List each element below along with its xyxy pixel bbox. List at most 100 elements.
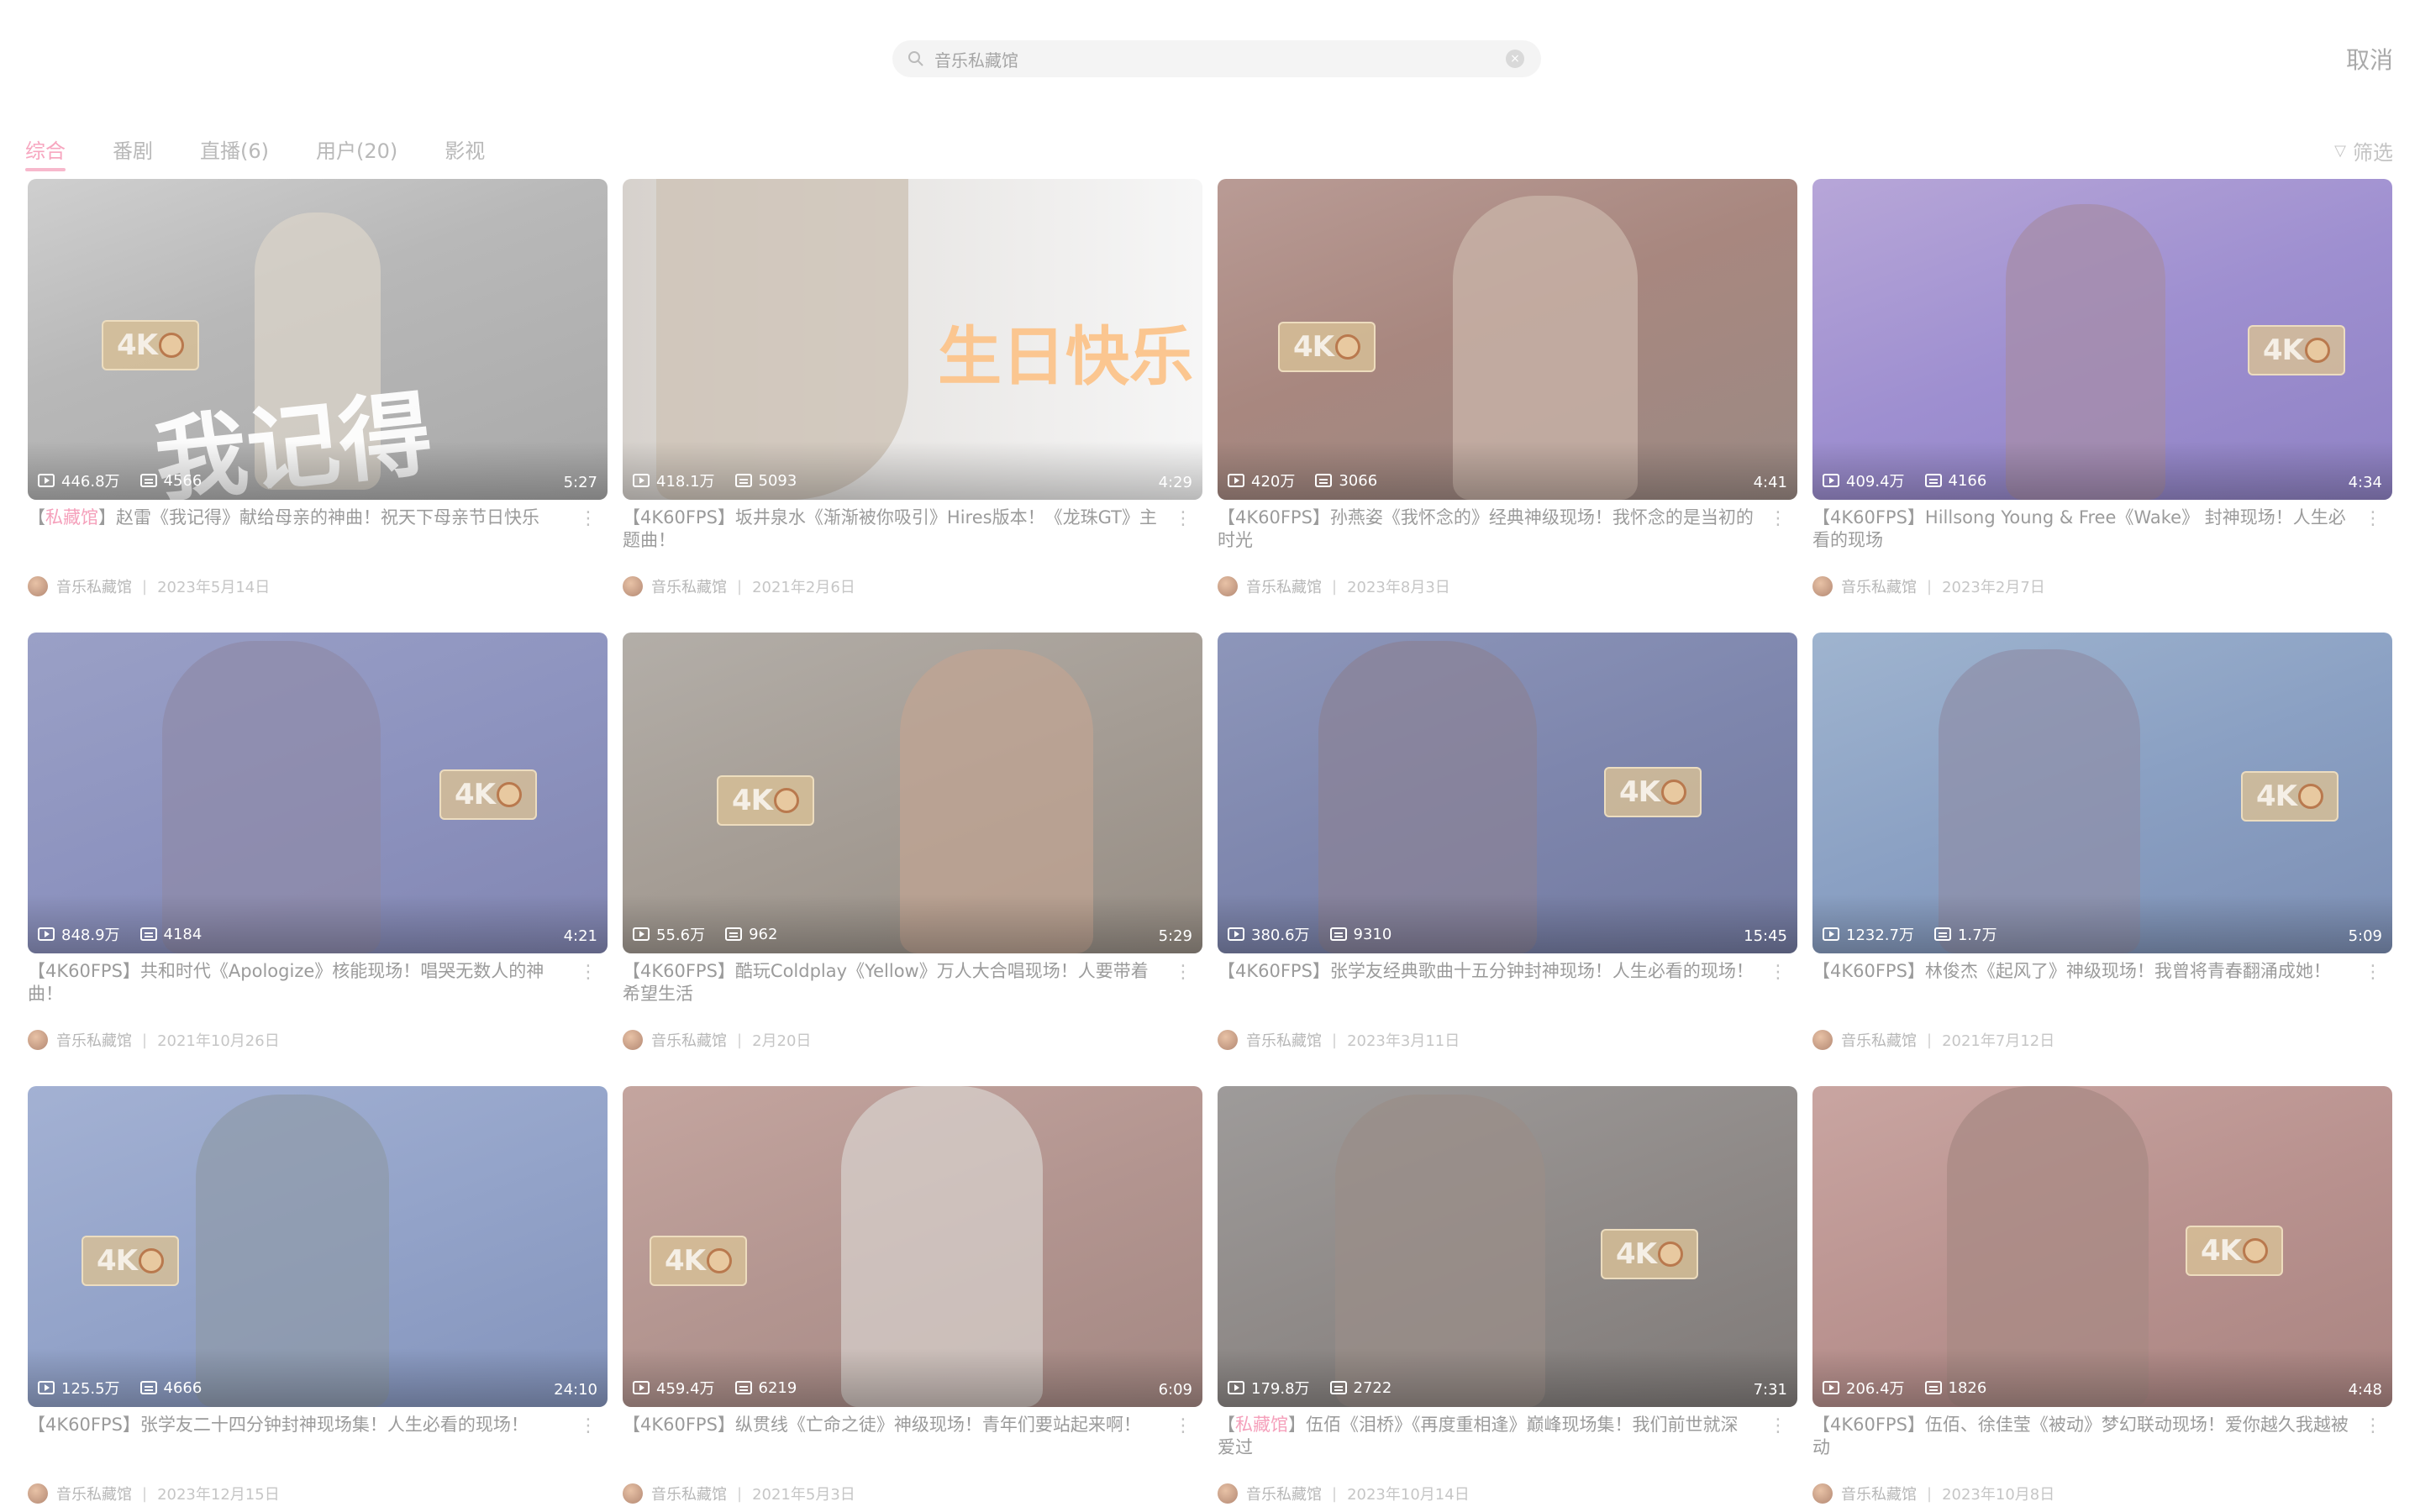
uploader-name[interactable]: 音乐私藏馆 (1246, 1483, 1322, 1504)
video-stats: 409.4万 4166 (1823, 470, 2007, 491)
video-card[interactable]: 4K 206.4万 1826 4:48 【4K60FPS】伍佰、徐佳莹《被动》梦幻… (1812, 1086, 2392, 1512)
video-duration: 24:10 (554, 1381, 597, 1399)
uploader-avatar[interactable] (1812, 576, 1833, 596)
play-count-icon (633, 927, 650, 941)
clear-search-icon[interactable]: × (1506, 50, 1524, 68)
more-options-icon[interactable]: ⋮ (1769, 962, 1787, 983)
video-thumbnail[interactable]: 4K 409.4万 4166 4:34 (1812, 179, 2392, 500)
4k-badge-icon: 4K (2241, 771, 2338, 822)
video-card[interactable]: 4K 179.8万 2722 7:31 【私藏馆】伍佰《泪桥》《再度重相逢》巅峰现… (1218, 1086, 1797, 1512)
uploader-avatar[interactable] (1218, 576, 1238, 596)
video-card[interactable]: 4K 459.4万 6219 6:09 【4K60FPS】纵贯线《亡命之徒》神级现… (623, 1086, 1202, 1512)
video-stats: 206.4万 1826 (1823, 1377, 2007, 1399)
more-options-icon[interactable]: ⋮ (2364, 962, 2382, 983)
video-card[interactable]: 4K 420万 3066 4:41 【4K60FPS】孙燕姿《我怀念的》经典神级现… (1218, 179, 1797, 633)
search-bar[interactable]: × (892, 40, 1541, 77)
uploader-name[interactable]: 音乐私藏馆 (651, 575, 727, 597)
uploader-name[interactable]: 音乐私藏馆 (56, 1483, 132, 1504)
video-title[interactable]: 【4K60FPS】伍佰、徐佳莹《被动》梦幻联动现场！爱你越久我越被动 (1812, 1414, 2350, 1459)
filter-button[interactable]: ▽ 筛选 (2334, 136, 2393, 165)
more-options-icon[interactable]: ⋮ (579, 962, 597, 983)
more-options-icon[interactable]: ⋮ (1174, 962, 1192, 983)
cancel-button[interactable]: 取消 (2346, 42, 2393, 76)
video-thumbnail[interactable]: 4K 848.9万 4184 4:21 (28, 633, 608, 953)
uploader-name[interactable]: 音乐私藏馆 (1246, 1029, 1322, 1051)
video-title[interactable]: 【4K60FPS】张学友二十四分钟封神现场集！人生必看的现场！ (28, 1414, 566, 1436)
video-card[interactable]: 4K 409.4万 4166 4:34 【4K60FPS】Hillsong You… (1812, 179, 2392, 633)
video-title[interactable]: 【4K60FPS】酷玩Coldplay《Yellow》万人大合唱现场！人要带着希… (623, 960, 1160, 1005)
tab-all[interactable]: 综合 (25, 134, 66, 171)
uploader-avatar[interactable] (1812, 1030, 1833, 1050)
more-options-icon[interactable]: ⋮ (2364, 508, 2382, 529)
tab-bangumi[interactable]: 番剧 (113, 134, 153, 168)
uploader-name[interactable]: 音乐私藏馆 (1841, 1483, 1917, 1504)
uploader-avatar[interactable] (623, 1030, 643, 1050)
video-title[interactable]: 【私藏馆】伍佰《泪桥》《再度重相逢》巅峰现场集！我们前世就深爱过 (1218, 1414, 1755, 1459)
video-card[interactable]: 4K 848.9万 4184 4:21 【4K60FPS】共和时代《Apologi… (28, 633, 608, 1086)
video-card[interactable]: 4K 380.6万 9310 15:45 【4K60FPS】张学友经典歌曲十五分钟… (1218, 633, 1797, 1086)
more-options-icon[interactable]: ⋮ (1174, 1415, 1192, 1436)
video-title[interactable]: 【4K60FPS】Hillsong Young & Free《Wake》 封神现… (1812, 507, 2350, 552)
video-thumbnail[interactable]: 4K 179.8万 2722 7:31 (1218, 1086, 1797, 1407)
uploader-name[interactable]: 音乐私藏馆 (1841, 575, 1917, 597)
video-stats: 459.4万 6219 (633, 1377, 817, 1399)
video-thumbnail[interactable]: 4K 459.4万 6219 6:09 (623, 1086, 1202, 1407)
uploader-avatar[interactable] (28, 576, 48, 596)
video-title[interactable]: 【4K60FPS】林俊杰《起风了》神级现场！我曾将青春翻涌成她！ (1812, 960, 2350, 983)
tab-movies[interactable]: 影视 (445, 134, 485, 168)
search-input[interactable] (934, 49, 1489, 69)
view-count: 380.6万 (1251, 927, 1310, 944)
uploader-name[interactable]: 音乐私藏馆 (1246, 575, 1322, 597)
video-meta: 音乐私藏馆 | 2023年8月3日 (1218, 575, 1450, 597)
view-count: 446.8万 (61, 473, 120, 491)
video-title[interactable]: 【4K60FPS】共和时代《Apologize》核能现场！唱哭无数人的神曲！ (28, 960, 566, 1005)
more-options-icon[interactable]: ⋮ (579, 1415, 597, 1436)
video-thumbnail[interactable]: 4K 380.6万 9310 15:45 (1218, 633, 1797, 953)
uploader-name[interactable]: 音乐私藏馆 (56, 575, 132, 597)
uploader-name[interactable]: 音乐私藏馆 (1841, 1029, 1917, 1051)
publish-date: 2023年10月14日 (1347, 1486, 1470, 1504)
video-thumbnail[interactable]: 4K 55.6万 962 5:29 (623, 633, 1202, 953)
danmaku-count: 4184 (163, 925, 203, 943)
video-thumbnail[interactable]: 生日快乐 418.1万 5093 4:29 (623, 179, 1202, 500)
video-card[interactable]: 4K 我记得 446.8万 4566 5:27 【私藏馆】赵雷《我记得》献给母亲的… (28, 179, 608, 633)
video-thumbnail[interactable]: 4K 125.5万 4666 24:10 (28, 1086, 608, 1407)
more-options-icon[interactable]: ⋮ (1769, 1415, 1787, 1436)
uploader-avatar[interactable] (623, 576, 643, 596)
video-card[interactable]: 生日快乐 418.1万 5093 4:29 【4K60FPS】坂井泉水《渐渐被你吸… (623, 179, 1202, 633)
more-options-icon[interactable]: ⋮ (579, 508, 597, 529)
video-title[interactable]: 【私藏馆】赵雷《我记得》献给母亲的神曲！祝天下母亲节日快乐 (28, 507, 566, 529)
more-options-icon[interactable]: ⋮ (1174, 508, 1192, 529)
more-options-icon[interactable]: ⋮ (2364, 1415, 2382, 1436)
uploader-avatar[interactable] (1218, 1483, 1238, 1504)
uploader-name[interactable]: 音乐私藏馆 (651, 1029, 727, 1051)
video-thumbnail[interactable]: 4K 1232.7万 1.7万 5:09 (1812, 633, 2392, 953)
more-options-icon[interactable]: ⋮ (1769, 508, 1787, 529)
video-title[interactable]: 【4K60FPS】纵贯线《亡命之徒》神级现场！青年们要站起来啊！ (623, 1414, 1160, 1436)
view-count: 420万 (1251, 473, 1296, 491)
uploader-avatar[interactable] (28, 1030, 48, 1050)
video-card[interactable]: 4K 55.6万 962 5:29 【4K60FPS】酷玩Coldplay《Yel… (623, 633, 1202, 1086)
tab-live[interactable]: 直播(6) (200, 134, 269, 168)
uploader-avatar[interactable] (1812, 1483, 1833, 1504)
view-count: 55.6万 (656, 927, 706, 944)
video-thumbnail[interactable]: 4K 206.4万 1826 4:48 (1812, 1086, 2392, 1407)
video-meta: 音乐私藏馆 | 2023年12月15日 (28, 1483, 280, 1504)
tab-users[interactable]: 用户(20) (316, 134, 397, 168)
video-title[interactable]: 【4K60FPS】孙燕姿《我怀念的》经典神级现场！我怀念的是当初的时光 (1218, 507, 1755, 552)
uploader-avatar[interactable] (1218, 1030, 1238, 1050)
video-title[interactable]: 【4K60FPS】张学友经典歌曲十五分钟封神现场！人生必看的现场！ (1218, 960, 1755, 983)
uploader-name[interactable]: 音乐私藏馆 (651, 1483, 727, 1504)
filter-label: 筛选 (2353, 141, 2393, 165)
uploader-avatar[interactable] (623, 1483, 643, 1504)
video-thumbnail[interactable]: 4K 420万 3066 4:41 (1218, 179, 1797, 500)
video-card[interactable]: 4K 1232.7万 1.7万 5:09 【4K60FPS】林俊杰《起风了》神级现… (1812, 633, 2392, 1086)
video-card[interactable]: 4K 125.5万 4666 24:10 【4K60FPS】张学友二十四分钟封神现… (28, 1086, 608, 1512)
uploader-name[interactable]: 音乐私藏馆 (56, 1029, 132, 1051)
uploader-avatar[interactable] (28, 1483, 48, 1504)
video-title[interactable]: 【4K60FPS】坂井泉水《渐渐被你吸引》Hires版本！《龙珠GT》主题曲！ (623, 507, 1160, 552)
danmaku-icon (1924, 1381, 1942, 1394)
video-thumbnail[interactable]: 4K 我记得 446.8万 4566 5:27 (28, 179, 608, 500)
view-count: 206.4万 (1846, 1380, 1905, 1398)
video-stats: 179.8万 2722 (1228, 1377, 1412, 1399)
